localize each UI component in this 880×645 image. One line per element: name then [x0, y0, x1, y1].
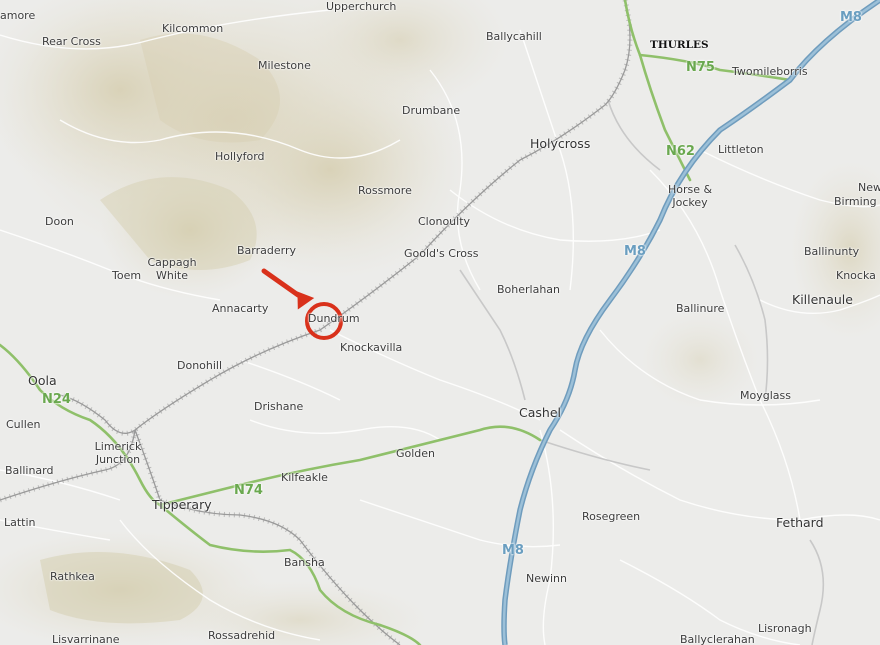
place-label: Ballyclerahan: [680, 633, 755, 645]
n62-shield: N62: [666, 144, 695, 159]
place-label: Tipperary: [152, 497, 212, 512]
m8-shield-top: M8: [840, 10, 862, 25]
place-label-line: White: [156, 269, 188, 282]
place-label: Littleton: [718, 143, 764, 156]
place-label: Bansha: [284, 556, 325, 569]
place-label: Ballycahill: [486, 30, 542, 43]
place-label: Kilcommon: [162, 22, 224, 35]
place-label: Moyglass: [740, 389, 791, 402]
place-label: Birming: [834, 195, 877, 208]
place-label: Cullen: [6, 418, 41, 431]
place-label: Boherlahan: [497, 283, 561, 296]
n74-shield: N74: [234, 483, 263, 498]
m8-shield-bottom: M8: [502, 543, 524, 558]
place-label-line: Horse &: [667, 183, 713, 196]
place-label: Ballinunty: [804, 245, 860, 258]
place-label: Upperchurch: [326, 0, 397, 13]
place-label: Twomileborris: [732, 65, 808, 78]
place-label: Drumbane: [402, 104, 461, 117]
map-canvas[interactable]: M8 N75 N62 M8 N24 N74 M8 amore Rear Cros…: [0, 0, 880, 645]
place-label: Donohill: [177, 359, 223, 372]
place-label: Golden: [396, 447, 436, 460]
place-label: Lattin: [4, 516, 36, 529]
place-label: Rossmore: [358, 184, 412, 197]
place-label: Milestone: [258, 59, 311, 72]
place-label: Doon: [45, 215, 74, 228]
place-label: Hollyford: [215, 150, 265, 163]
place-label: Ballinure: [676, 302, 725, 315]
place-label: Knocka: [836, 269, 876, 282]
terrain-shading: [0, 0, 880, 645]
place-label: Cashel: [519, 405, 561, 420]
place-label-line: Cappagh: [147, 256, 197, 269]
place-label: Knockavilla: [340, 341, 403, 354]
n75-shield: N75: [686, 60, 715, 75]
place-label: Horse & Jockey: [665, 183, 715, 209]
place-label-thurles: THURLES: [650, 39, 709, 51]
place-label: Cappagh White: [144, 256, 200, 282]
place-label: Kilfeakle: [281, 471, 328, 484]
place-label: Lisronagh: [758, 622, 812, 635]
place-label-line: Jockey: [672, 196, 708, 209]
place-label: Goold's Cross: [404, 247, 479, 260]
map-base-layer: [0, 0, 880, 645]
place-label: Drishane: [254, 400, 304, 413]
n24-shield: N24: [42, 392, 71, 407]
m8-shield-mid: M8: [624, 244, 646, 259]
place-label: Rear Cross: [42, 35, 101, 48]
place-label: Lisvarrinane: [52, 633, 120, 645]
place-label-line: Limerick: [94, 440, 142, 453]
place-label: Ballinard: [5, 464, 54, 477]
place-label: Holycross: [530, 136, 591, 151]
place-label: Barraderry: [237, 244, 296, 257]
place-label: Oola: [28, 373, 57, 388]
place-label: Rathkea: [50, 570, 95, 583]
place-label: Fethard: [776, 515, 824, 530]
place-label: Newinn: [526, 572, 567, 585]
place-label: Toem: [112, 269, 142, 282]
place-label: Killenaule: [792, 292, 853, 307]
place-label: Clonoulty: [418, 215, 471, 228]
place-label: amore: [0, 9, 36, 22]
place-label: Rosegreen: [582, 510, 641, 523]
place-label: Annacarty: [212, 302, 269, 315]
place-label: Rossadrehid: [208, 629, 276, 642]
place-label-line: Junction: [95, 453, 141, 466]
place-label: New: [858, 181, 880, 194]
place-label-dundrum: Dundrum: [308, 312, 360, 325]
place-label: Limerick Junction: [88, 440, 148, 466]
